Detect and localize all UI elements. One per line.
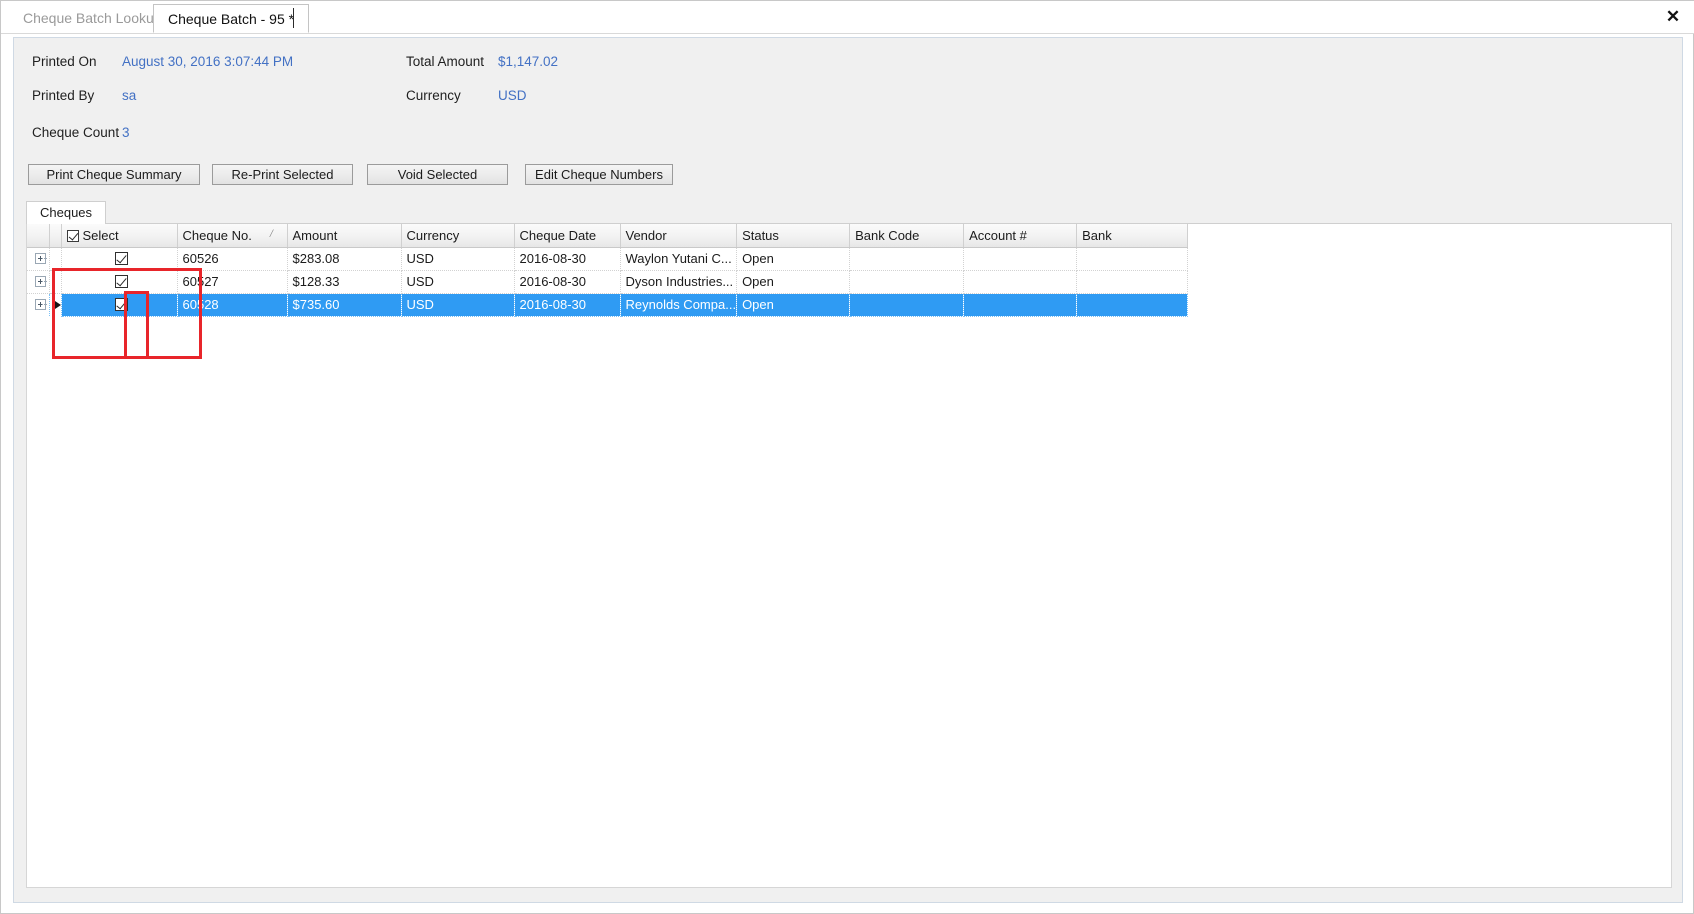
close-icon[interactable]: ✕ bbox=[1659, 3, 1687, 31]
cheques-grid[interactable]: Select Cheque No. ⁄ Amount Currency Cheq… bbox=[26, 224, 1672, 888]
table-row[interactable]: 60528 $735.60 USD 2016-08-30 Reynolds Compa.… bbox=[27, 293, 1189, 317]
table-row[interactable]: 60526 $283.08 USD 2016-08-30 Waylon Yutani C… bbox=[27, 247, 1189, 271]
row-indicator-cell bbox=[49, 247, 62, 271]
plus-icon[interactable] bbox=[34, 299, 46, 311]
current-row-arrow-icon bbox=[54, 300, 60, 309]
cell-account-no[interactable] bbox=[963, 293, 1078, 317]
cheques-table: Select Cheque No. ⁄ Amount Currency Cheq… bbox=[27, 224, 1189, 317]
row-select-checkbox[interactable] bbox=[115, 274, 128, 288]
void-selected-button[interactable]: Void Selected bbox=[367, 164, 508, 185]
edit-cheque-numbers-button[interactable]: Edit Cheque Numbers bbox=[525, 164, 673, 185]
cell-bank[interactable] bbox=[1076, 270, 1189, 294]
total-amount-label: Total Amount bbox=[406, 54, 485, 69]
cell-currency[interactable]: USD bbox=[401, 270, 515, 294]
column-header-vendor[interactable]: Vendor bbox=[620, 224, 738, 248]
plus-icon[interactable] bbox=[34, 253, 46, 264]
grid-body: 60526 $283.08 USD 2016-08-30 Waylon Yutani C… bbox=[27, 247, 1189, 317]
column-header-status[interactable]: Status bbox=[736, 224, 851, 248]
cell-select[interactable] bbox=[61, 247, 178, 271]
currency-value: USD bbox=[498, 88, 527, 103]
table-row[interactable]: 60527 $128.33 USD 2016-08-30 Dyson Industrie… bbox=[27, 270, 1189, 294]
plus-icon[interactable] bbox=[34, 276, 46, 287]
select-all-checkbox[interactable] bbox=[66, 229, 79, 242]
cell-account-no[interactable] bbox=[963, 270, 1078, 294]
column-header-account-no[interactable]: Account # bbox=[963, 224, 1078, 248]
application-window: Cheque Batch Lookup Cheque Batch - 95 * … bbox=[0, 0, 1694, 914]
row-select-checkbox-wrapper[interactable] bbox=[67, 248, 177, 270]
column-header-cheque-no-label: Cheque No. bbox=[182, 227, 252, 243]
grid-header-row: Select Cheque No. ⁄ Amount Currency Cheq… bbox=[27, 224, 1189, 248]
cell-vendor[interactable]: Reynolds Compa... bbox=[620, 293, 738, 317]
cell-cheque-date[interactable]: 2016-08-30 bbox=[514, 270, 621, 294]
row-expand-cell[interactable] bbox=[27, 293, 50, 316]
total-amount-value: $1,147.02 bbox=[498, 54, 559, 69]
row-select-checkbox-wrapper[interactable] bbox=[67, 294, 177, 316]
row-select-checkbox[interactable] bbox=[115, 297, 128, 311]
cheque-batch-panel: Printed On August 30, 2016 3:07:44 PM Pr… bbox=[13, 37, 1683, 903]
cell-cheque-date[interactable]: 2016-08-30 bbox=[514, 247, 621, 271]
column-header-currency[interactable]: Currency bbox=[401, 224, 515, 248]
cell-bank[interactable] bbox=[1076, 293, 1189, 317]
column-header-bank-code[interactable]: Bank Code bbox=[849, 224, 965, 248]
column-header-select-label: Select bbox=[82, 227, 119, 243]
row-expand-cell[interactable] bbox=[27, 270, 50, 294]
tab-cheque-batch-95[interactable]: Cheque Batch - 95 * bbox=[153, 4, 310, 33]
cell-cheque-no[interactable]: 60527 bbox=[177, 270, 288, 294]
currency-label: Currency bbox=[406, 88, 461, 103]
cell-cheque-no[interactable]: 60526 bbox=[177, 247, 288, 271]
cell-account-no[interactable] bbox=[963, 247, 1078, 271]
column-header-select[interactable]: Select bbox=[61, 224, 178, 248]
cell-amount[interactable]: $735.60 bbox=[287, 293, 402, 317]
tab-bar: Cheque Batch Lookup Cheque Batch - 95 * … bbox=[1, 1, 1694, 34]
sort-ascending-icon: ⁄ bbox=[270, 228, 273, 240]
cell-bank[interactable] bbox=[1076, 247, 1189, 271]
re-print-selected-button[interactable]: Re-Print Selected bbox=[212, 164, 353, 185]
column-header-bank[interactable]: Bank bbox=[1076, 224, 1189, 248]
expand-connector bbox=[41, 280, 47, 282]
cell-select[interactable] bbox=[61, 293, 178, 317]
column-header-cheque-no[interactable]: Cheque No. ⁄ bbox=[177, 224, 288, 248]
cell-currency[interactable]: USD bbox=[401, 247, 515, 271]
cell-bank-code[interactable] bbox=[849, 247, 965, 271]
grid-tab-bar: Cheques bbox=[26, 201, 1672, 224]
cell-cheque-date[interactable]: 2016-08-30 bbox=[514, 293, 621, 317]
print-cheque-summary-button[interactable]: Print Cheque Summary bbox=[28, 164, 200, 185]
row-indicator-cell bbox=[49, 293, 62, 316]
row-select-checkbox-wrapper[interactable] bbox=[67, 271, 177, 293]
expand-connector bbox=[41, 303, 47, 305]
cell-bank-code[interactable] bbox=[849, 293, 965, 317]
cell-status[interactable]: Open bbox=[736, 270, 851, 294]
row-select-checkbox[interactable] bbox=[115, 251, 128, 265]
cell-status[interactable]: Open bbox=[736, 247, 851, 271]
printed-by-value: sa bbox=[122, 88, 137, 103]
grid-expand-column-header bbox=[27, 224, 50, 248]
printed-by-label: Printed By bbox=[32, 88, 95, 103]
row-indicator-cell bbox=[49, 270, 62, 294]
printed-on-label: Printed On bbox=[32, 54, 97, 69]
cheque-count-label: Cheque Count bbox=[32, 125, 120, 140]
cheque-count-value: 3 bbox=[122, 125, 130, 140]
cell-amount[interactable]: $128.33 bbox=[287, 270, 402, 294]
cell-currency[interactable]: USD bbox=[401, 293, 515, 317]
column-header-cheque-date[interactable]: Cheque Date bbox=[514, 224, 621, 248]
tab-text-caret bbox=[293, 8, 294, 28]
cell-amount[interactable]: $283.08 bbox=[287, 247, 402, 271]
expand-connector bbox=[41, 257, 47, 259]
cell-vendor[interactable]: Dyson Industries... bbox=[620, 270, 738, 294]
row-expand-cell[interactable] bbox=[27, 247, 50, 271]
cell-bank-code[interactable] bbox=[849, 270, 965, 294]
column-header-amount[interactable]: Amount bbox=[287, 224, 402, 248]
cell-cheque-no[interactable]: 60528 bbox=[177, 293, 288, 317]
tab-cheque-batch-lookup[interactable]: Cheque Batch Lookup bbox=[9, 4, 176, 33]
tab-cheques[interactable]: Cheques bbox=[26, 201, 107, 224]
cell-status[interactable]: Open bbox=[736, 293, 851, 317]
cell-select[interactable] bbox=[61, 270, 178, 294]
printed-on-value: August 30, 2016 3:07:44 PM bbox=[122, 54, 294, 69]
grid-indicator-column-header bbox=[49, 224, 62, 248]
cell-vendor[interactable]: Waylon Yutani C... bbox=[620, 247, 738, 271]
